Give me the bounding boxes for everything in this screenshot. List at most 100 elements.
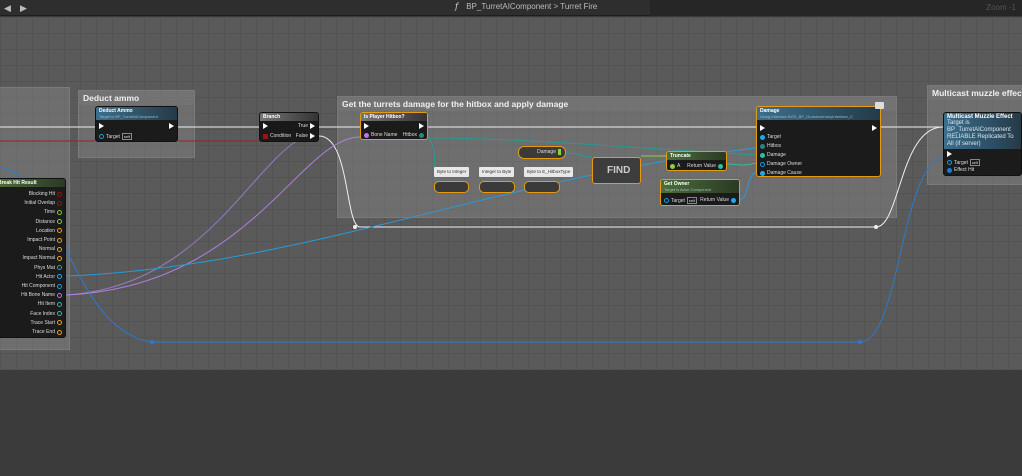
break-hit-pin[interactable]: Hit Component (22, 283, 62, 289)
pin-dot[interactable] (57, 283, 62, 289)
exec-in-pin[interactable] (99, 123, 104, 129)
bone-name-wire-2 (65, 136, 361, 296)
exec-out-pin[interactable] (872, 125, 877, 131)
actor-wire (65, 147, 757, 277)
pin-label: Impact Normal (22, 255, 55, 262)
pin-label: Hit Item (37, 301, 55, 308)
is-player-hitbox-node[interactable]: Is Player Hitbox? Bone Name Hitbox (360, 112, 428, 140)
break-hit-pin[interactable]: Impact Normal (22, 255, 62, 261)
false-pin[interactable] (310, 133, 315, 139)
pin-label: Blocking Hit (28, 191, 55, 197)
pin-dot[interactable] (57, 246, 62, 252)
reroute-node (858, 340, 862, 344)
back-button[interactable]: ◀ (4, 3, 11, 14)
forward-button[interactable]: ▶ (20, 3, 27, 14)
deduct-ammo-node[interactable]: Deduct Ammo Target is BP_TurretAIComponen… (95, 106, 178, 142)
get-owner-node[interactable]: Get Owner Target is Actor Component Targe… (660, 179, 740, 206)
damage-owner-pin[interactable] (760, 161, 765, 167)
hitbox-pin[interactable] (419, 132, 424, 138)
break-hit-pin[interactable]: Hit Bone Name (21, 292, 62, 298)
damage-message-node[interactable]: Damage Using Interface BGS_BP_GunsInvento… (756, 106, 881, 177)
node-title: Is Player Hitbox? (361, 113, 427, 121)
reroute-node (353, 225, 357, 229)
break-hit-pin[interactable]: Time (44, 209, 62, 215)
target-pin[interactable] (947, 160, 952, 165)
pin-label: Hit Bone Name (21, 292, 55, 299)
target-pin[interactable] (760, 134, 765, 140)
byte-to-hitbox-type-node[interactable] (524, 181, 560, 193)
pin-label: Impact Point (27, 237, 55, 243)
damage-pin[interactable] (760, 152, 765, 158)
self-value: self (121, 133, 133, 140)
damage-pin[interactable] (558, 149, 561, 155)
true-pin[interactable] (310, 123, 315, 129)
effect-hit-pin[interactable] (947, 167, 952, 173)
pin-label: Normal (38, 246, 55, 253)
break-hit-pin[interactable]: Trace End (32, 329, 62, 335)
pin-dot[interactable] (57, 329, 62, 335)
break-hit-pin[interactable]: Location (36, 228, 62, 234)
node-subtitle: Target is BP_TurretAIComponent (947, 120, 1011, 133)
wires-layer (0, 126, 944, 344)
pin-dot[interactable] (57, 292, 62, 298)
bone-name-pin[interactable] (364, 132, 369, 138)
reroute-node (874, 225, 878, 229)
pin-dot[interactable] (57, 265, 62, 271)
exec-in-pin[interactable] (760, 125, 765, 131)
byte-to-integer-node[interactable] (434, 181, 469, 193)
exec-out-pin[interactable] (169, 123, 174, 129)
hitbox-pin[interactable] (760, 143, 765, 149)
target-pin[interactable] (99, 134, 104, 139)
exec-in-pin[interactable] (947, 151, 952, 157)
pin-dot[interactable] (57, 274, 62, 280)
pin-dot[interactable] (57, 301, 62, 307)
pin-dot[interactable] (57, 200, 62, 206)
pin-dot[interactable] (57, 191, 62, 197)
damage-variable-node[interactable]: Damage (518, 146, 566, 159)
break-hit-pin[interactable]: Hit Actor (36, 274, 62, 280)
break-hit-pin[interactable]: Face Index (30, 311, 62, 317)
message-envelope-icon (875, 102, 884, 109)
pin-dot[interactable] (57, 255, 62, 261)
target-pin[interactable] (664, 198, 669, 203)
truncate-node[interactable]: Truncate A Return Value (666, 151, 727, 171)
pin-dot[interactable] (57, 311, 62, 317)
break-hit-pin[interactable]: Trace Start (30, 320, 62, 326)
break-hit-pin[interactable]: Blocking Hit (29, 191, 62, 197)
effect-wire (0, 156, 944, 343)
pin-dot[interactable] (57, 237, 62, 243)
pin-label: Return Value (700, 197, 729, 203)
integer-to-byte-node[interactable] (479, 181, 515, 193)
break-hit-pin[interactable]: Phys Mat (34, 265, 62, 271)
breadcrumb-blueprint[interactable]: BP_TurretAIComponent (466, 2, 551, 11)
branch-node[interactable]: Branch True Condition False (259, 112, 319, 142)
break-hit-pin[interactable]: Impact Point (27, 237, 62, 243)
pin-label: Initial Overlap (24, 200, 55, 207)
pin-label: Target (767, 134, 781, 140)
breadcrumb-graph[interactable]: Turret Fire (560, 2, 597, 11)
damage-cause-pin[interactable] (760, 170, 765, 176)
pin-label: True (297, 123, 308, 129)
break-hit-pin[interactable]: Hit Item (38, 301, 62, 307)
pin-dot[interactable] (57, 219, 62, 225)
damage-var-wire (565, 152, 593, 158)
exec-in-pin[interactable] (263, 123, 268, 129)
break-hit-result-node[interactable]: Break Hit Result Blocking Hit Initial Ove… (0, 178, 66, 338)
pin-label: Target (106, 133, 120, 140)
break-hit-pin[interactable]: Distance (36, 219, 62, 225)
break-hit-pin[interactable]: Initial Overlap (24, 200, 62, 206)
exec-out-pin[interactable] (419, 123, 424, 129)
pin-label: Trace Start (30, 319, 55, 326)
return-pin[interactable] (731, 197, 736, 203)
pin-dot[interactable] (57, 228, 62, 234)
return-pin[interactable] (718, 163, 723, 169)
condition-pin[interactable] (263, 133, 268, 139)
exec-in-pin[interactable] (364, 123, 369, 129)
multicast-muzzle-effect-node[interactable]: Multicast Muzzle Effect Target is BP_Turr… (943, 112, 1022, 176)
pin-label: Phys Mat (34, 264, 55, 271)
pin-dot[interactable] (57, 320, 62, 326)
pin-dot[interactable] (57, 209, 62, 215)
a-pin[interactable] (670, 163, 675, 169)
break-hit-pin[interactable]: Normal (39, 246, 62, 252)
find-map-node[interactable]: FIND (592, 157, 641, 184)
